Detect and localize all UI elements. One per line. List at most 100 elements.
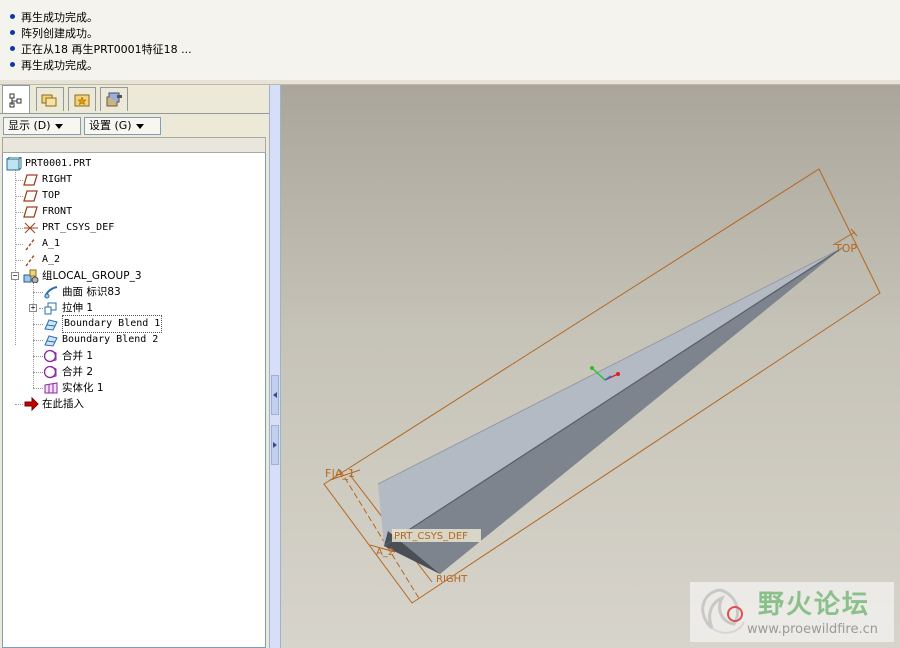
tree-item-a2[interactable]: A_2 (23, 252, 60, 268)
tab-model-tree[interactable] (2, 85, 30, 113)
model-tree-icon (9, 93, 22, 107)
folder-browser-icon (41, 94, 57, 106)
bullet-icon (10, 14, 15, 19)
surface-icon (44, 286, 58, 299)
bullet-icon (10, 46, 15, 51)
chevron-down-icon (54, 123, 63, 129)
panel-splitter[interactable] (269, 85, 281, 648)
tree-item-label: Boundary Blend 1 (62, 315, 163, 333)
tree-item-label: Boundary Blend 2 (62, 334, 159, 345)
show-dropdown-label: 显示 (D) (8, 119, 51, 132)
tab-folder-browser[interactable] (36, 87, 64, 111)
datum-plane-icon (23, 190, 38, 202)
tree-item-label: RIGHT (42, 174, 73, 185)
tree-item-label: A_1 (42, 238, 61, 249)
tree-item-merge-1[interactable]: 合并 1 (43, 348, 93, 364)
watermark-title: 野火论坛 (758, 590, 871, 620)
watermark-url: www.proewildfire.cn (747, 622, 878, 637)
model-tree: PRT0001.PRT RIGHT TOP FRONT PRT_CSYS_DEF… (2, 153, 266, 648)
tree-connector (15, 212, 23, 213)
tree-item-csys[interactable]: PRT_CSYS_DEF (23, 220, 114, 236)
tree-item-label: FRONT (42, 206, 73, 217)
collapse-panel-handle[interactable] (271, 375, 279, 415)
model-view: TOP F|A_1 PRT_CSYS_DEF A_2 RIGHT (323, 168, 881, 604)
settings-dropdown[interactable]: 设置 (G) (84, 117, 161, 135)
tree-item-label: 合并 2 (62, 366, 94, 378)
tree-connector (15, 404, 23, 405)
message-line: 再生成功完成。 (10, 58, 98, 74)
tree-root-part[interactable]: PRT0001.PRT (6, 156, 91, 172)
tree-connector (33, 292, 43, 293)
tree-column-header[interactable] (2, 137, 266, 153)
message-line: 阵列创建成功。 (10, 26, 98, 42)
right-datum-label: RIGHT (436, 574, 468, 585)
expand-panel-handle[interactable] (271, 425, 279, 465)
message-area: 再生成功完成。 阵列创建成功。 正在从18 再生PRT0001特征18 ... … (0, 0, 900, 81)
tree-item-a1[interactable]: A_1 (23, 236, 60, 252)
top-datum-label: TOP (834, 242, 857, 255)
chevron-down-icon (135, 123, 144, 129)
tree-connector (33, 340, 43, 341)
message-line: 正在从18 再生PRT0001特征18 ... (10, 42, 192, 58)
tree-item-merge-2[interactable]: 合并 2 (43, 364, 93, 380)
tree-connector (15, 180, 23, 181)
tree-item-label: 曲面 标识83 (62, 286, 121, 298)
tree-connector (33, 356, 43, 357)
expand-toggle[interactable]: + (29, 304, 37, 312)
tree-item-extrude[interactable]: 拉伸 1 (43, 300, 93, 316)
tree-item-boundary-blend-2[interactable]: Boundary Blend 2 (43, 332, 158, 348)
datum-axis-icon (25, 237, 36, 251)
tree-item-right[interactable]: RIGHT (23, 172, 72, 188)
navigator-panel: 显示 (D) 设置 (G) PRT0001.PRT RIGHT TOP FRON… (0, 85, 269, 648)
tree-item-group[interactable]: 组LOCAL_GROUP_3 (23, 268, 142, 284)
a2-datum-label: A_2 (376, 547, 394, 558)
merge-icon (43, 365, 57, 379)
tree-item-label: 组LOCAL_GROUP_3 (42, 270, 142, 282)
bullet-icon (10, 30, 15, 35)
tree-connector (33, 324, 43, 325)
tab-connections[interactable] (100, 87, 128, 111)
tree-item-solidify[interactable]: 实体化 1 (43, 380, 104, 396)
tree-connector (15, 196, 23, 197)
tab-favorites[interactable] (68, 87, 96, 111)
tree-item-label: 实体化 1 (62, 382, 104, 394)
collapse-toggle[interactable]: − (11, 272, 19, 280)
tree-item-label: A_2 (42, 254, 61, 265)
merge-icon (43, 349, 57, 363)
navigator-toolbar: 显示 (D) 设置 (G) (0, 113, 269, 138)
tree-item-front[interactable]: FRONT (23, 204, 72, 220)
tree-item-label: 合并 1 (62, 350, 94, 362)
tree-item-label: TOP (42, 190, 61, 201)
graphics-viewport[interactable]: TOP F|A_1 PRT_CSYS_DEF A_2 RIGHT (281, 85, 900, 648)
settings-dropdown-label: 设置 (G) (89, 119, 132, 132)
part-icon (6, 157, 22, 171)
triad-y-tip (590, 366, 594, 370)
tree-item-insert-here[interactable]: 在此插入 (23, 396, 84, 412)
insert-here-arrow-icon (24, 397, 39, 411)
connections-icon (106, 92, 122, 106)
group-icon (23, 269, 39, 283)
chevron-right-icon (273, 442, 277, 448)
show-dropdown[interactable]: 显示 (D) (3, 117, 81, 135)
tree-connector (15, 244, 23, 245)
front-a1-datum-label: F|A_1 (325, 467, 355, 480)
tree-connector (33, 372, 43, 373)
tree-connector (15, 228, 23, 229)
part-face-dark (384, 248, 842, 574)
datum-axis-icon (25, 253, 36, 267)
csys-datum-label: PRT_CSYS_DEF (394, 531, 468, 542)
triad-x-tip (616, 372, 620, 376)
boundary-blend-icon (44, 319, 58, 331)
tree-connector (15, 260, 23, 261)
message-line: 再生成功完成。 (10, 10, 98, 26)
tree-item-top[interactable]: TOP (23, 188, 60, 204)
datum-plane-icon (23, 174, 38, 186)
coordinate-system-icon (24, 222, 38, 234)
solidify-icon (44, 382, 58, 394)
tree-item-label: 拉伸 1 (62, 302, 94, 314)
tree-item-boundary-blend-1[interactable]: Boundary Blend 1 (43, 315, 163, 333)
watermark-logo (701, 588, 745, 634)
tree-connector (33, 388, 43, 389)
tree-item-surface[interactable]: 曲面 标识83 (43, 284, 121, 300)
tree-item-label: 在此插入 (42, 398, 84, 410)
